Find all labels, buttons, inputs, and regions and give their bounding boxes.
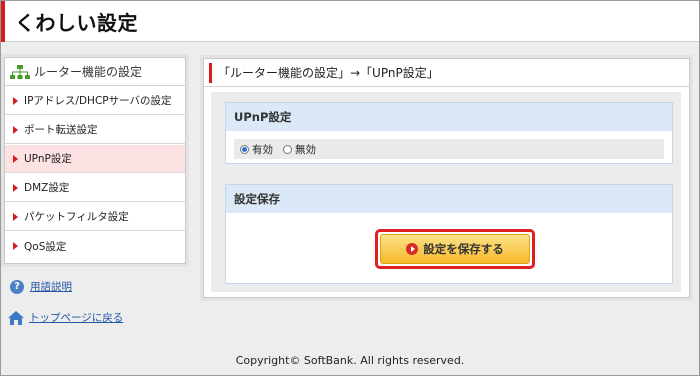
network-tree-icon xyxy=(10,64,30,79)
play-icon xyxy=(406,243,419,255)
top-page-link[interactable]: トップページに戻る xyxy=(29,310,123,325)
arrow-right-icon xyxy=(13,242,18,250)
save-settings-button-label: 設定を保存する xyxy=(423,242,504,256)
save-settings-button[interactable]: 設定を保存する xyxy=(380,234,530,264)
sidebar-item-qos[interactable]: QoS設定 xyxy=(5,231,185,260)
arrow-right-icon xyxy=(13,212,18,221)
save-section: 設定保存 設定を保存する xyxy=(225,184,673,284)
glossary-link-row: ? 用語説明 xyxy=(10,279,72,294)
sidebar-item-label: UPnP設定 xyxy=(24,153,72,165)
glossary-link[interactable]: 用語説明 xyxy=(30,279,72,294)
sidebar: ルーター機能の設定 IPアドレス/DHCPサーバの設定 ポート転送設定 UPnP… xyxy=(4,57,186,264)
upnp-enable-label[interactable]: 有効 xyxy=(252,142,273,157)
breadcrumb: 「ルーター機能の設定」→「UPnP設定」 xyxy=(204,59,689,87)
sidebar-item-label: ポート転送設定 xyxy=(24,124,98,136)
home-icon[interactable] xyxy=(8,310,24,325)
settings-area: UPnP設定 有効 無効 設定保存 設定を保存する xyxy=(211,92,681,292)
sidebar-heading-label: ルーター機能の設定 xyxy=(34,65,143,79)
upnp-section-title: UPnP設定 xyxy=(226,103,672,131)
sidebar-item-dmz[interactable]: DMZ設定 xyxy=(5,173,185,202)
breadcrumb-accent-bar xyxy=(209,63,212,83)
sidebar-item-upnp[interactable]: UPnP設定 xyxy=(5,144,185,173)
sidebar-item-label: パケットフィルタ設定 xyxy=(24,211,129,223)
sidebar-item-packet-filter[interactable]: パケットフィルタ設定 xyxy=(5,202,185,231)
upnp-radio-group: 有効 無効 xyxy=(234,139,664,159)
sidebar-item-label: IPアドレス/DHCPサーバの設定 xyxy=(24,95,172,107)
main-panel: 「ルーター機能の設定」→「UPnP設定」 UPnP設定 有効 無効 設定保存 設… xyxy=(203,58,690,298)
upnp-section: UPnP設定 有効 無効 xyxy=(225,102,673,164)
page-title: くわしい設定 xyxy=(15,11,138,35)
upnp-enable-radio[interactable] xyxy=(240,144,249,154)
top-page-link-row: トップページに戻る xyxy=(8,310,123,325)
header-accent-bar xyxy=(1,1,5,42)
upnp-disable-radio[interactable] xyxy=(283,144,292,154)
save-section-title: 設定保存 xyxy=(226,185,672,213)
upnp-disable-label[interactable]: 無効 xyxy=(295,142,316,157)
sidebar-item-port-forwarding[interactable]: ポート転送設定 xyxy=(5,115,185,144)
arrow-right-icon xyxy=(13,183,18,192)
page-header: くわしい設定 xyxy=(1,1,699,42)
save-button-highlight: 設定を保存する xyxy=(375,229,535,269)
question-icon[interactable]: ? xyxy=(10,279,24,294)
sidebar-heading: ルーター機能の設定 xyxy=(5,58,185,86)
arrow-right-icon xyxy=(13,154,18,163)
sidebar-item-label: DMZ設定 xyxy=(24,182,70,194)
copyright-footer: Copyright© SoftBank. All rights reserved… xyxy=(235,354,465,367)
sidebar-item-ip-dhcp[interactable]: IPアドレス/DHCPサーバの設定 xyxy=(5,86,185,115)
arrow-right-icon xyxy=(13,96,18,105)
breadcrumb-label: 「ルーター機能の設定」→「UPnP設定」 xyxy=(218,66,439,80)
sidebar-item-label: QoS設定 xyxy=(24,240,67,253)
arrow-right-icon xyxy=(13,125,18,134)
